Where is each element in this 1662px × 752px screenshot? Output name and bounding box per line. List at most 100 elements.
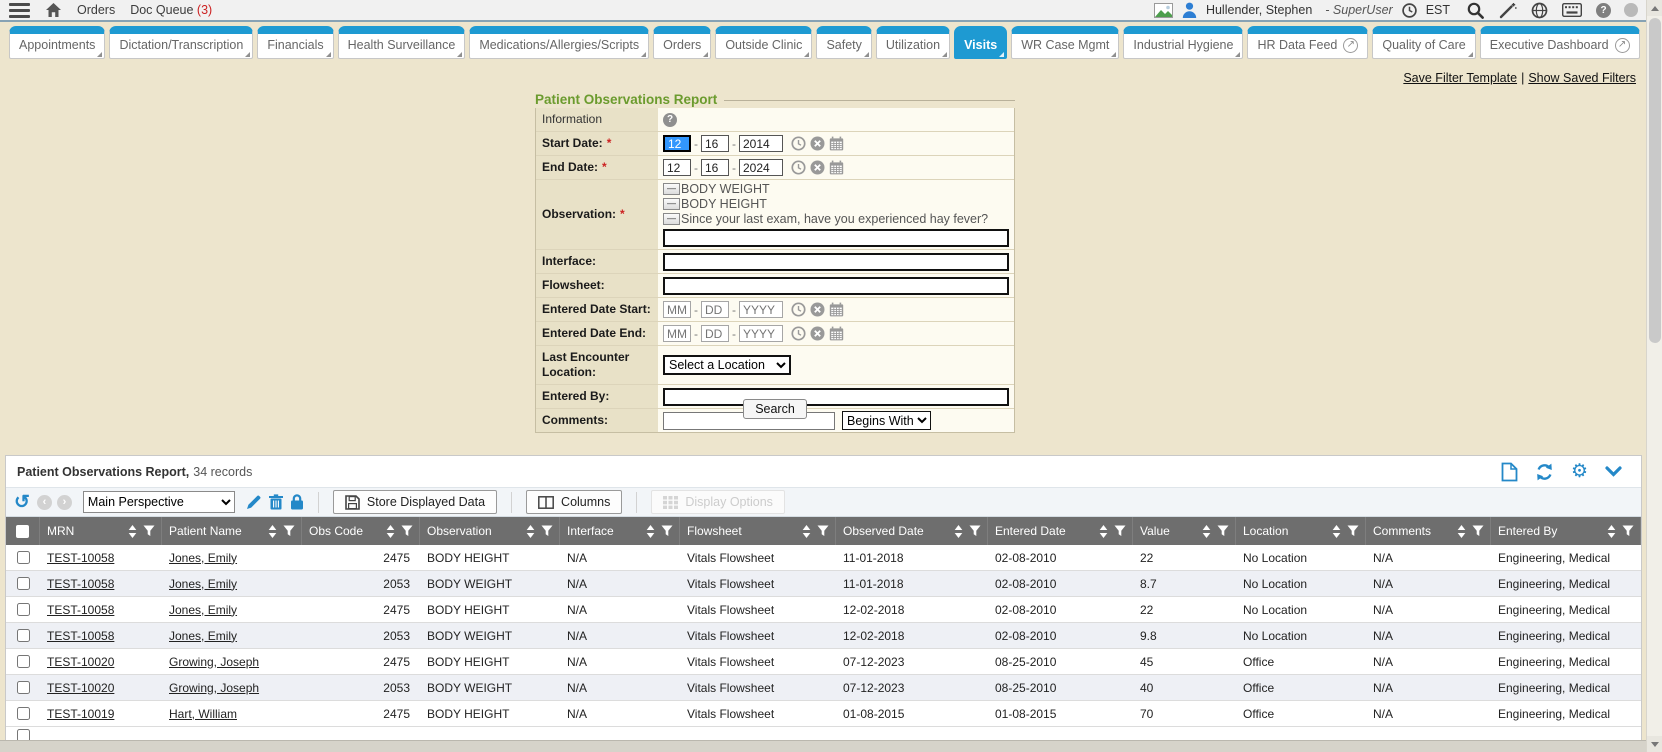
start-date-day-input[interactable] [701,135,729,152]
undo-icon[interactable]: ↺ [14,493,30,512]
tab-utilization[interactable]: Utilization [876,26,950,59]
entered-date-start-day-input[interactable] [701,301,729,318]
tab-medications-allergies-scripts[interactable]: Medications/Allergies/Scripts [469,26,649,59]
row-checkbox[interactable] [17,577,30,590]
collapse-chevron-icon[interactable] [1605,466,1622,477]
refresh-icon[interactable] [1535,463,1554,481]
filter-icon[interactable] [1472,525,1484,537]
show-saved-filters-link[interactable]: Show Saved Filters [1528,71,1636,85]
end-date-year-input[interactable] [739,159,783,176]
row-checkbox[interactable] [17,707,30,720]
tab-outside-clinic[interactable]: Outside Clinic [715,26,812,59]
home-icon[interactable] [45,2,62,18]
entered-date-start-month-input[interactable] [663,301,691,318]
last-encounter-location-select[interactable]: Select a Location [663,355,791,375]
timezone-label[interactable]: EST [1426,3,1450,17]
entered-date-end-month-input[interactable] [663,325,691,342]
remove-observation-button[interactable]: — [663,183,680,195]
column-header-entered-by[interactable]: Entered By [1491,517,1641,545]
gear-icon[interactable]: ⚙ [1571,464,1588,479]
new-document-icon[interactable] [1501,462,1518,482]
tab-quality-of-care[interactable]: Quality of Care [1372,26,1475,59]
sort-icon[interactable] [1607,525,1616,538]
mrn-link[interactable]: TEST-10058 [47,551,114,565]
sort-icon[interactable] [268,525,277,538]
sort-icon[interactable] [526,525,535,538]
end-date-month-input[interactable] [663,159,691,176]
mrn-link[interactable]: TEST-10058 [47,629,114,643]
column-header-observed-date[interactable]: Observed Date [836,517,988,545]
observation-search-input[interactable] [663,229,1009,247]
tab-visits[interactable]: Visits [954,26,1007,59]
clear-date-icon[interactable] [810,160,825,175]
tab-wr-case-mgmt[interactable]: WR Case Mgmt [1011,26,1119,59]
edit-perspective-icon[interactable] [246,494,262,510]
tab-hr-data-feed[interactable]: HR Data Feed↗ [1247,26,1368,59]
sort-icon[interactable] [802,525,811,538]
start-date-year-input[interactable] [739,135,783,152]
mrn-link[interactable]: TEST-10020 [47,681,114,695]
column-header-location[interactable]: Location [1236,517,1366,545]
remove-observation-button[interactable]: — [663,198,680,210]
row-checkbox[interactable] [17,655,30,668]
row-checkbox[interactable] [17,681,30,694]
help-icon[interactable]: ? [1596,3,1611,18]
sort-icon[interactable] [386,525,395,538]
save-filter-template-link[interactable]: Save Filter Template [1403,71,1517,85]
vertical-scrollbar[interactable] [1646,0,1662,752]
sort-icon[interactable] [954,525,963,538]
mrn-link[interactable]: TEST-10058 [47,603,114,617]
scrollbar-thumb[interactable] [1649,18,1661,343]
filter-icon[interactable] [1114,525,1126,537]
tab-appointments[interactable]: Appointments [9,26,105,59]
filter-icon[interactable] [1622,525,1634,537]
search-button[interactable]: Search [743,399,807,419]
sort-icon[interactable] [1099,525,1108,538]
filter-icon[interactable] [541,525,553,537]
mrn-link[interactable]: TEST-10020 [47,655,114,669]
calendar-icon[interactable] [829,160,844,175]
user-name[interactable]: Hullender, Stephen [1206,3,1312,17]
search-icon[interactable] [1467,2,1484,19]
filter-icon[interactable] [143,525,155,537]
time-picker-icon[interactable] [791,326,806,341]
sort-icon[interactable] [646,525,655,538]
horizontal-scrollbar[interactable] [0,740,1646,752]
column-header-comments[interactable]: Comments [1366,517,1491,545]
tab-dictation-transcription[interactable]: Dictation/Transcription [109,26,253,59]
patient-name-link[interactable]: Jones, Emily [169,577,237,591]
select-all-checkbox[interactable] [6,517,40,545]
time-picker-icon[interactable] [791,136,806,151]
nav-doc-queue[interactable]: Doc Queue (3) [130,3,212,17]
row-checkbox[interactable] [17,629,30,642]
column-header-value[interactable]: Value [1133,517,1236,545]
row-checkbox[interactable] [17,603,30,616]
columns-button[interactable]: Columns [526,490,622,514]
tab-orders[interactable]: Orders [653,26,711,59]
calendar-icon[interactable] [829,302,844,317]
filter-icon[interactable] [1217,525,1229,537]
scroll-down-button[interactable] [1647,736,1662,752]
flowsheet-input[interactable] [663,277,1009,295]
column-header-interface[interactable]: Interface [560,517,680,545]
entered-date-end-year-input[interactable] [739,325,783,342]
clear-date-icon[interactable] [810,302,825,317]
hamburger-menu-icon[interactable] [9,3,30,18]
perspective-select[interactable]: Main Perspective [83,491,235,513]
filter-icon[interactable] [969,525,981,537]
delete-perspective-icon[interactable] [269,494,283,510]
remove-observation-button[interactable]: — [663,213,680,225]
tab-health-surveillance[interactable]: Health Surveillance [338,26,466,59]
column-header-mrn[interactable]: MRN [40,517,162,545]
sort-icon[interactable] [1332,525,1341,538]
store-displayed-data-button[interactable]: Store Displayed Data [333,490,497,514]
clear-date-icon[interactable] [810,136,825,151]
calendar-icon[interactable] [829,326,844,341]
lock-perspective-icon[interactable] [290,494,304,510]
time-picker-icon[interactable] [791,160,806,175]
sort-icon[interactable] [128,525,137,538]
patient-name-link[interactable]: Jones, Emily [169,603,237,617]
photo-icon[interactable] [1154,3,1173,18]
entered-date-end-day-input[interactable] [701,325,729,342]
interface-input[interactable] [663,253,1009,271]
